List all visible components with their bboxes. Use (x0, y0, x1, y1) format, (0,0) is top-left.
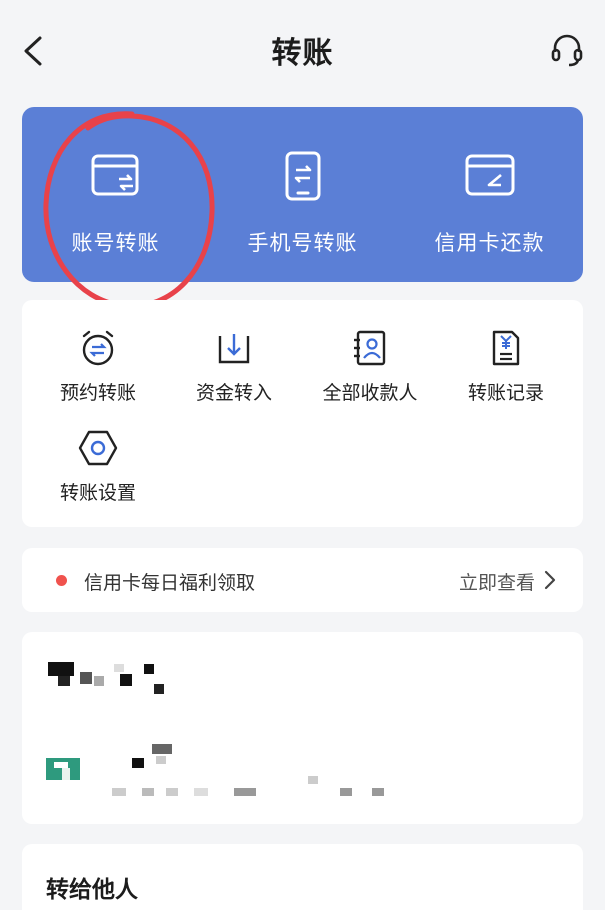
chevron-right-icon (544, 570, 556, 590)
recent-payees-card (22, 632, 583, 824)
download-tray-icon (218, 334, 250, 364)
scheduled-transfer-item[interactable]: 预约转账 (28, 328, 168, 405)
all-payees-label: 全部收款人 (322, 382, 418, 404)
contact-book-icon (354, 330, 386, 366)
transfer-settings-label: 转账设置 (59, 482, 136, 504)
obscured-payee-row-1[interactable] (22, 632, 583, 722)
headset-support-icon[interactable] (549, 32, 585, 68)
quick-actions-panel: 账号转账 手机号转账 信用卡还款 (22, 107, 583, 282)
funds-in-label: 资金转入 (195, 382, 272, 404)
services-grid-card: 预约转账 资金转入 全部收款人 转账记录 转账设置 (22, 300, 583, 527)
view-now-link[interactable]: 立即查看 (459, 568, 535, 595)
credit-card-repay-label: 信用卡还款 (434, 231, 545, 255)
promo-text: 信用卡每日福利领取 (84, 572, 256, 594)
page-title: 转账 (271, 36, 334, 71)
transfer-records-label: 转账记录 (467, 382, 544, 404)
promo-dot (56, 575, 67, 586)
credit-card-repay-button[interactable]: 信用卡还款 (396, 107, 583, 282)
card-transfer-icon (91, 154, 138, 196)
yuan-document-icon (492, 330, 520, 366)
scheduled-transfer-label: 预约转账 (59, 382, 136, 404)
phone-transfer-icon (285, 151, 320, 201)
account-transfer-button[interactable]: 账号转账 (22, 107, 209, 282)
promo-banner[interactable]: 信用卡每日福利领取 立即查看 (22, 548, 583, 612)
phone-transfer-label: 手机号转账 (247, 231, 358, 255)
credit-card-repay-icon (465, 154, 514, 196)
hexagon-settings-icon (78, 430, 118, 466)
phone-transfer-button[interactable]: 手机号转账 (209, 107, 396, 282)
transfer-records-item[interactable]: 转账记录 (436, 328, 576, 405)
transfer-to-others-title: 转给他人 (46, 877, 138, 903)
transfer-to-others-section: 转给他人 (22, 844, 583, 910)
all-payees-item[interactable]: 全部收款人 (300, 328, 440, 405)
funds-in-item[interactable]: 资金转入 (164, 328, 304, 405)
obscured-payee-row-2[interactable] (22, 722, 583, 824)
account-transfer-label: 账号转账 (71, 231, 160, 255)
transfer-settings-item[interactable]: 转账设置 (28, 428, 168, 505)
top-nav-bar: 转账 (0, 0, 605, 100)
alarm-clock-transfer-icon (82, 330, 114, 366)
